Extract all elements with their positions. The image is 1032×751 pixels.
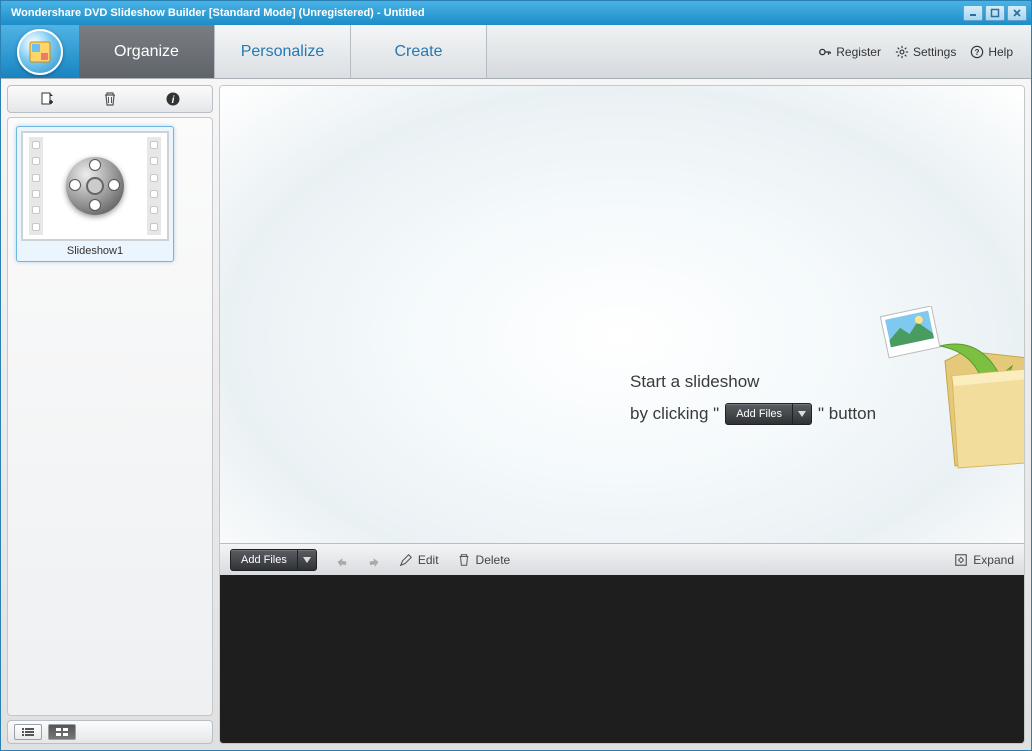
logo-icon (17, 29, 63, 75)
view-mode-bar (7, 720, 213, 744)
expand-icon (954, 553, 968, 567)
folder-graphic-icon (880, 306, 1025, 476)
tab-personalize[interactable]: Personalize (215, 25, 351, 78)
settings-link[interactable]: Settings (895, 45, 956, 59)
hint-line2-post: " button (818, 398, 876, 430)
hint-line1: Start a slideshow (630, 366, 876, 398)
grid-view-button[interactable] (48, 724, 76, 740)
register-link[interactable]: Register (818, 45, 881, 59)
tab-organize[interactable]: Organize (79, 25, 215, 78)
expand-button[interactable]: Expand (954, 553, 1014, 567)
add-slideshow-button[interactable] (37, 89, 57, 109)
add-files-button[interactable]: Add Files (230, 549, 317, 571)
help-label: Help (988, 45, 1013, 59)
header-actions: Register Settings ? Help (487, 25, 1031, 78)
filmstrip-icon (29, 137, 43, 235)
main-tabs: Organize Personalize Create (79, 25, 487, 78)
rotate-left-icon (335, 553, 349, 567)
sidebar-toolbar: i (7, 85, 213, 113)
rotate-left-button[interactable] (335, 553, 349, 567)
window-controls (963, 5, 1027, 21)
maximize-button[interactable] (985, 5, 1005, 21)
grid-view-icon (55, 727, 69, 737)
slideshow-thumbnail[interactable]: Slideshow1 (16, 126, 174, 262)
app-window: Wondershare DVD Slideshow Builder [Stand… (0, 0, 1032, 751)
rotate-right-icon (367, 553, 381, 567)
close-button[interactable] (1007, 5, 1027, 21)
empty-state-hint: Start a slideshow by clicking " Add File… (630, 366, 876, 430)
hint-line2-pre: by clicking " (630, 398, 719, 430)
list-view-button[interactable] (14, 724, 42, 740)
film-reel-icon (66, 157, 124, 215)
slideshow-name: Slideshow1 (21, 241, 169, 257)
edit-button[interactable]: Edit (399, 553, 439, 567)
info-icon: i (165, 91, 181, 107)
settings-label: Settings (913, 45, 956, 59)
slideshow-list: Slideshow1 (7, 117, 213, 716)
delete-slideshow-button[interactable] (100, 89, 120, 109)
minimize-button[interactable] (963, 5, 983, 21)
help-link[interactable]: ? Help (970, 45, 1013, 59)
sidebar: i (7, 85, 213, 744)
add-page-icon (39, 91, 55, 107)
edit-label: Edit (418, 553, 439, 567)
key-icon (818, 45, 832, 59)
hint-line2: by clicking " Add Files " button (630, 398, 876, 430)
gear-icon (895, 45, 909, 59)
rotate-right-button[interactable] (367, 553, 381, 567)
trash-icon (457, 553, 471, 567)
info-button[interactable]: i (163, 89, 183, 109)
header: Organize Personalize Create Register Set… (1, 25, 1031, 79)
delete-button[interactable]: Delete (457, 553, 511, 567)
add-files-inline-label: Add Files (726, 404, 793, 424)
chevron-down-icon (793, 411, 811, 417)
filmstrip-icon (147, 137, 161, 235)
tab-create[interactable]: Create (351, 25, 487, 78)
app-logo (1, 25, 79, 78)
list-view-icon (21, 727, 35, 737)
canvas: Start a slideshow by clicking " Add File… (220, 86, 1024, 543)
trash-icon (102, 91, 118, 107)
register-label: Register (836, 45, 881, 59)
chevron-down-icon[interactable] (298, 557, 316, 563)
pencil-icon (399, 553, 413, 567)
bottom-toolbar: Add Files Edit Delete (220, 543, 1024, 575)
add-files-label: Add Files (231, 550, 298, 570)
expand-label: Expand (973, 553, 1014, 567)
add-files-inline-button[interactable]: Add Files (725, 403, 812, 425)
main-panel: Start a slideshow by clicking " Add File… (219, 85, 1025, 744)
window-title: Wondershare DVD Slideshow Builder [Stand… (5, 7, 963, 19)
body: i (1, 79, 1031, 750)
svg-text:i: i (171, 95, 174, 106)
svg-text:?: ? (975, 48, 980, 57)
delete-label: Delete (476, 553, 511, 567)
thumbnail-preview (21, 131, 169, 241)
title-bar: Wondershare DVD Slideshow Builder [Stand… (1, 1, 1031, 25)
help-icon: ? (970, 45, 984, 59)
timeline[interactable] (220, 575, 1024, 743)
